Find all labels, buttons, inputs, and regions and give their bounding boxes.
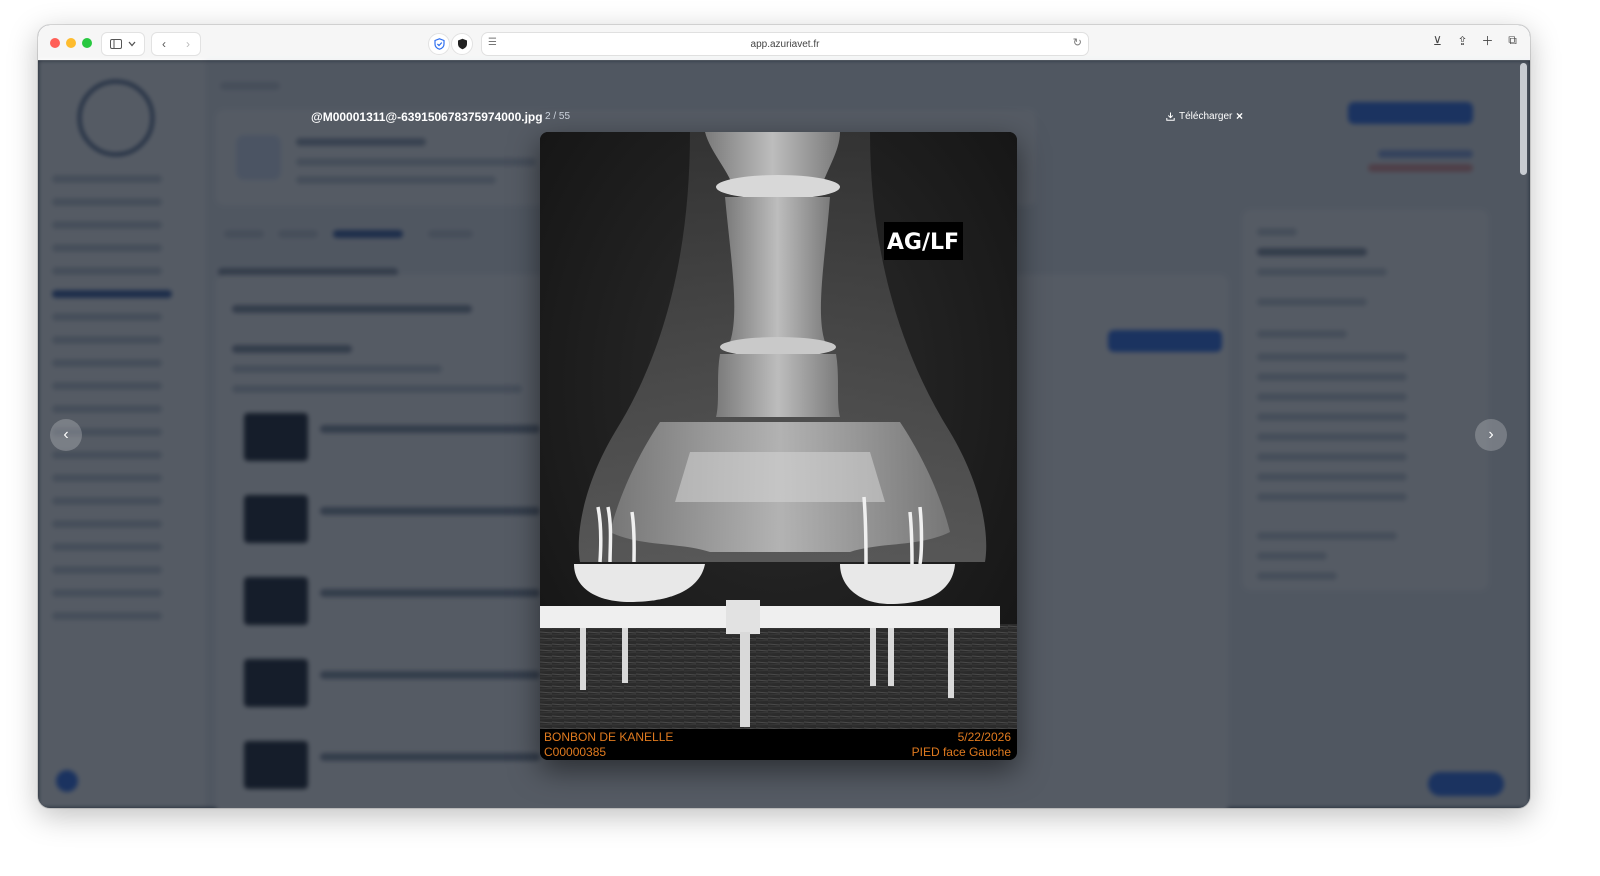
image-counter: 2 / 55 [545, 111, 571, 122]
downloads-icon[interactable]: ⊻ [1430, 33, 1445, 48]
browser-toolbar: ‹ › ☰ app.azuriavet.fr ↻ ⊻ ⇪ ＋ ⧉ [38, 25, 1530, 61]
forward-button[interactable]: › [176, 37, 200, 51]
browser-window: ‹ › ☰ app.azuriavet.fr ↻ ⊻ ⇪ ＋ ⧉ @M00001… [38, 25, 1530, 808]
previous-image-button[interactable]: ‹ [50, 419, 82, 451]
privacy-extension-button[interactable] [451, 33, 473, 55]
chevron-right-icon: › [1488, 426, 1494, 443]
image-filename: @M00001311@-639150678375974000.jpg [311, 110, 543, 124]
share-icon[interactable]: ⇪ [1455, 33, 1470, 48]
xray-image: AG/LF BONBON DE KANELLE C00000385 5/22/2… [540, 132, 1017, 760]
back-button[interactable]: ‹ [152, 37, 176, 51]
maximize-window-button[interactable] [82, 38, 92, 48]
reload-icon[interactable]: ↻ [1073, 36, 1082, 49]
address-bar[interactable]: ☰ app.azuriavet.fr ↻ [481, 32, 1089, 56]
chevron-down-icon [128, 41, 136, 47]
browser-actions: ⊻ ⇪ ＋ ⧉ [1430, 33, 1520, 48]
xray-marker-label: AG/LF [887, 230, 959, 255]
url-text: app.azuriavet.fr [750, 38, 820, 50]
tab-overview-icon[interactable]: ⧉ [1505, 33, 1520, 48]
sidebar-toggle-button[interactable] [101, 32, 145, 56]
close-viewer-button[interactable]: × [1236, 109, 1243, 123]
minimize-window-button[interactable] [66, 38, 76, 48]
page-scrollbar[interactable] [1520, 63, 1527, 175]
shield-icon [457, 38, 467, 50]
chevron-left-icon: ‹ [63, 426, 69, 443]
download-button[interactable]: Télécharger [1166, 111, 1232, 122]
sidebar-icon [110, 39, 122, 49]
xray-patient-name: BONBON DE KANELLE [544, 730, 673, 744]
site-settings-icon[interactable]: ☰ [488, 37, 497, 48]
xray-patient-id: C00000385 [544, 745, 606, 759]
xray-svg: AG/LF BONBON DE KANELLE C00000385 5/22/2… [540, 132, 1017, 760]
close-window-button[interactable] [50, 38, 60, 48]
xray-date: 5/22/2026 [958, 730, 1012, 744]
next-image-button[interactable]: › [1475, 419, 1507, 451]
shield-extension-button[interactable] [428, 33, 450, 55]
new-tab-icon[interactable]: ＋ [1480, 33, 1495, 48]
xray-view-label: PIED face Gauche [912, 745, 1012, 759]
download-icon [1166, 112, 1175, 121]
download-label: Télécharger [1179, 111, 1233, 122]
shield-check-icon [433, 38, 445, 50]
history-nav: ‹ › [151, 32, 201, 56]
